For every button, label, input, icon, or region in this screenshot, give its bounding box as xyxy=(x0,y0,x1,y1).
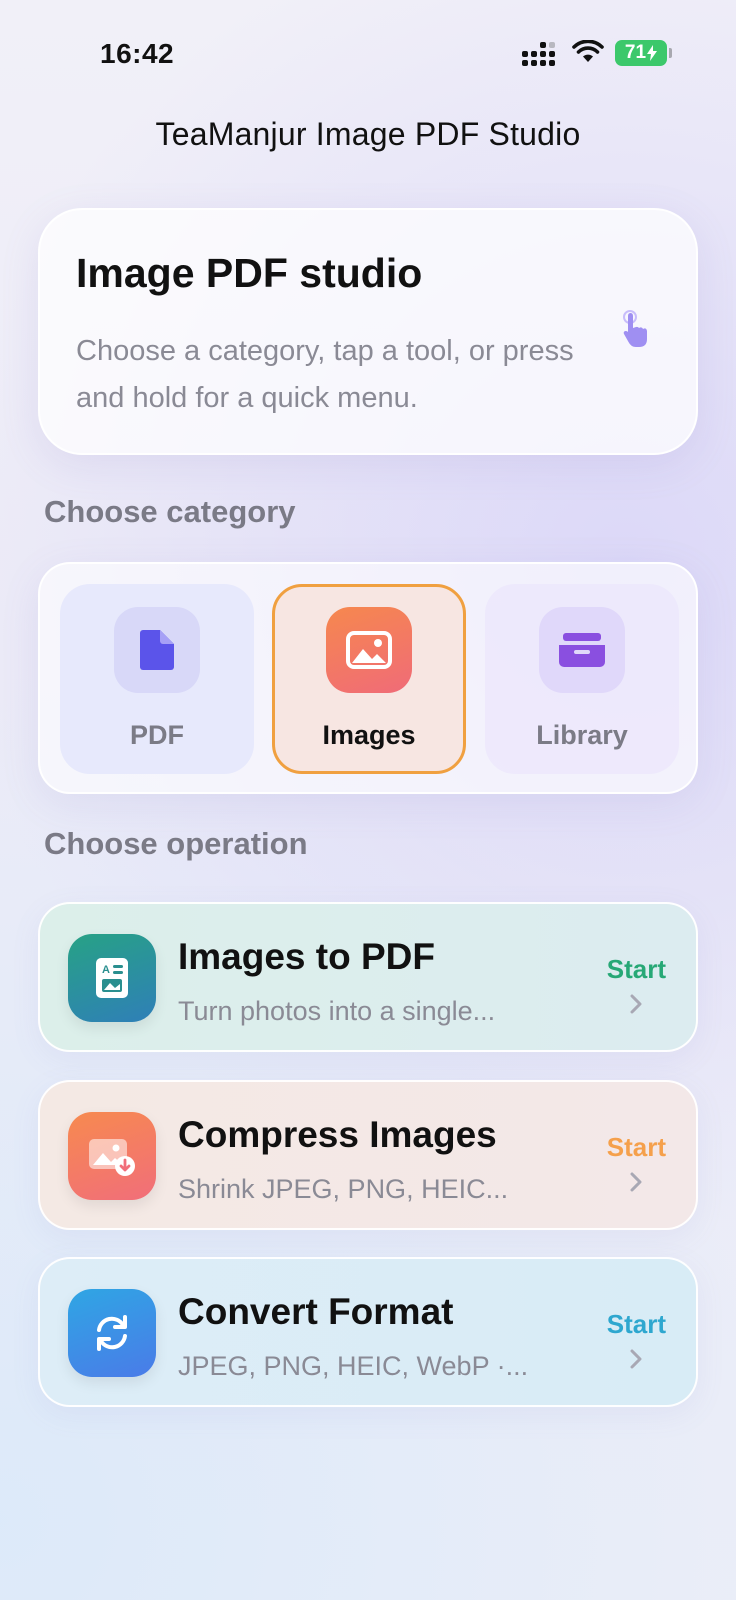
category-pdf[interactable]: PDF xyxy=(60,584,254,774)
status-time: 16:42 xyxy=(100,38,175,69)
operation-images-to-pdf[interactable]: A Images to PDF Turn photos into a singl… xyxy=(38,902,698,1052)
category-panel: PDF Images Library xyxy=(38,562,698,794)
category-label: Images xyxy=(322,720,416,750)
hero-subtitle: Choose a category, tap a tool, or press … xyxy=(76,335,574,414)
category-images[interactable]: Images xyxy=(272,584,466,774)
image-document-icon: A xyxy=(68,934,156,1022)
chevron-right-icon xyxy=(630,994,642,1014)
wifi-icon xyxy=(572,40,604,62)
operation-section-label: Choose operation xyxy=(44,826,308,861)
category-label: Library xyxy=(536,720,628,750)
category-library[interactable]: Library xyxy=(485,584,679,774)
svg-text:A: A xyxy=(102,964,110,976)
status-bar: 16:42 71 xyxy=(0,0,736,100)
operation-compress-images[interactable]: Compress Images Shrink JPEG, PNG, HEIC..… xyxy=(38,1080,698,1230)
cellular-signal-icon xyxy=(522,42,555,66)
operation-subtitle: Turn photos into a single... xyxy=(178,996,496,1026)
operation-convert-format[interactable]: Convert Format JPEG, PNG, HEIC, WebP ·..… xyxy=(38,1257,698,1407)
operation-subtitle: Shrink JPEG, PNG, HEIC... xyxy=(178,1174,509,1204)
start-button[interactable]: Start xyxy=(607,1309,666,1340)
hero-title: Image PDF studio xyxy=(76,250,423,296)
image-compress-icon xyxy=(68,1112,156,1200)
battery-level: 71 xyxy=(624,42,647,63)
category-section-label: Choose category xyxy=(44,494,296,529)
app-title: TeaManjur Image PDF Studio xyxy=(155,116,581,152)
operation-title: Convert Format xyxy=(178,1291,454,1332)
charging-bolt-icon xyxy=(647,45,658,61)
document-icon xyxy=(114,607,200,693)
chevron-right-icon xyxy=(630,1172,642,1192)
operation-subtitle: JPEG, PNG, HEIC, WebP ·... xyxy=(178,1351,529,1381)
battery-indicator: 71 xyxy=(615,40,672,66)
hero-card: Image PDF studio Choose a category, tap … xyxy=(38,208,698,455)
hand-tap-icon xyxy=(623,310,647,347)
start-button[interactable]: Start xyxy=(607,1132,666,1163)
category-label: PDF xyxy=(130,720,184,750)
start-button[interactable]: Start xyxy=(607,954,666,985)
convert-arrows-icon xyxy=(68,1289,156,1377)
chevron-right-icon xyxy=(630,1349,642,1369)
operation-title: Compress Images xyxy=(178,1114,497,1155)
operation-title: Images to PDF xyxy=(178,936,435,977)
tray-icon xyxy=(539,607,625,693)
photo-icon xyxy=(326,607,412,693)
